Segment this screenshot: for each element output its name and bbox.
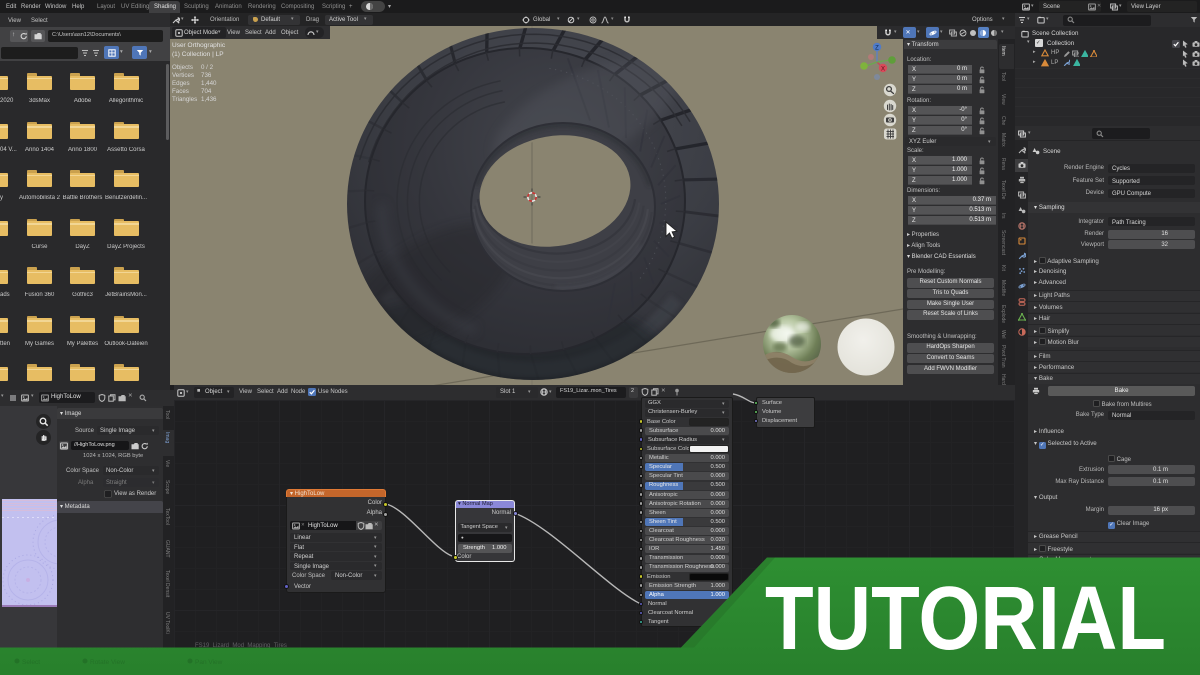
svg-text:Select: Select [22,659,40,666]
svg-text:TUTORIAL: TUTORIAL [765,569,1166,669]
svg-text:Rotate View: Rotate View [90,659,125,666]
svg-text:Pan View: Pan View [195,659,223,666]
